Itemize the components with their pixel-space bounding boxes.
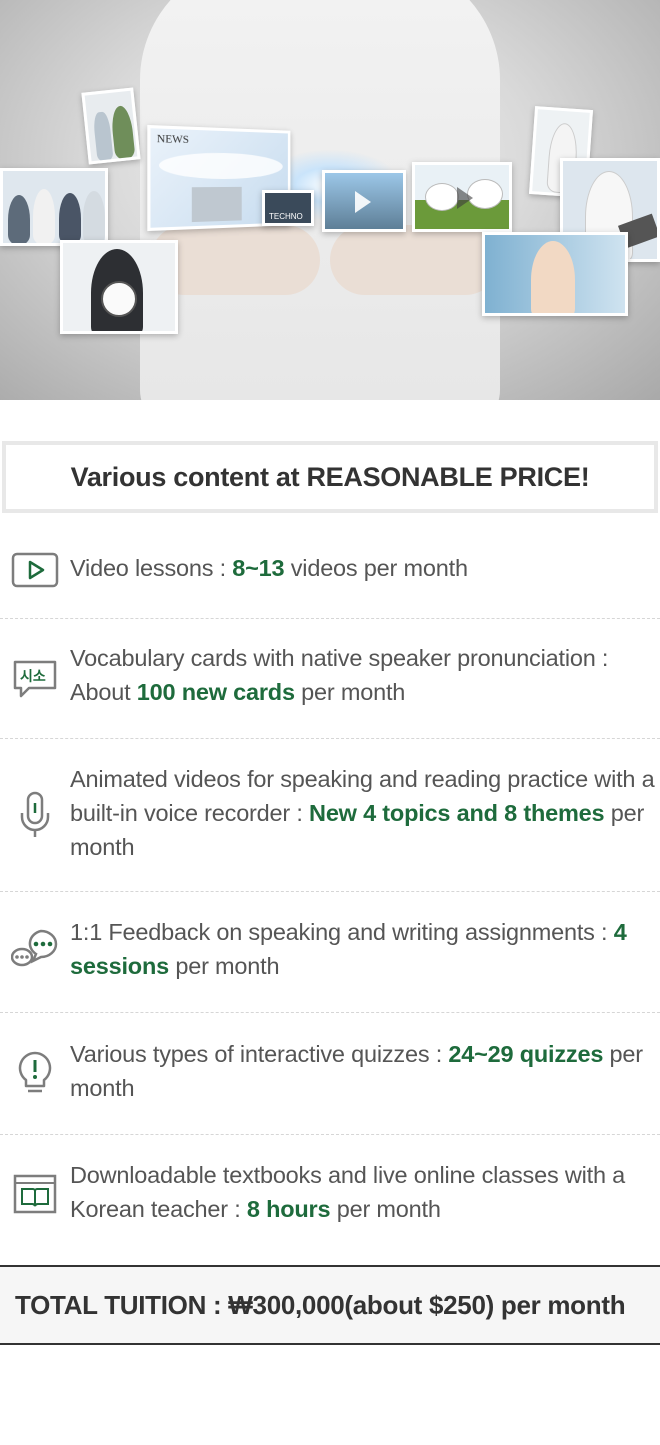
feature-text: Video lessons : 8~13 videos per month (70, 555, 468, 581)
photo-businessman-clock (60, 240, 178, 334)
photo-techno: TECHNO (262, 190, 314, 226)
feature-text: Vocabulary cards with native speaker pro… (70, 645, 609, 705)
headline-text: Various content at REASONABLE PRICE! (70, 461, 590, 492)
microphone-icon (11, 791, 59, 839)
play-icon (11, 545, 59, 593)
feature-text: 1:1 Feedback on speaking and writing ass… (70, 919, 627, 979)
speech-bubble-korean-icon: 시소 (11, 654, 59, 702)
feature-row-quizzes: Various types of interactive quizzes : 2… (0, 1013, 660, 1135)
hero-image: NEWS TECHNO (0, 0, 660, 400)
total-tuition-bar: TOTAL TUITION : ₩300,000(about $250) per… (0, 1265, 660, 1345)
photo-headset-operator (482, 232, 628, 316)
photo-video-play (322, 170, 406, 232)
headline-box: Various content at REASONABLE PRICE! (2, 441, 658, 513)
photo-office-women (81, 87, 141, 165)
feature-row-animated: Animated videos for speaking and reading… (0, 739, 660, 892)
feature-row-textbooks: Downloadable textbooks and live online c… (0, 1135, 660, 1265)
lightbulb-exclamation-icon (11, 1050, 59, 1098)
photo-satellite-dishes (412, 162, 512, 232)
feature-text: Animated videos for speaking and reading… (70, 766, 655, 860)
hero-right-hand (330, 225, 500, 295)
news-label: NEWS (156, 132, 189, 147)
feature-text: Downloadable textbooks and live online c… (70, 1162, 626, 1222)
chat-bubbles-icon (10, 927, 59, 975)
feature-row-vocabulary: 시소 Vocabulary cards with native speaker … (0, 619, 660, 739)
techno-label: TECHNO (269, 212, 303, 221)
total-tuition-text: TOTAL TUITION : ₩300,000(about $250) per… (15, 1289, 626, 1320)
feature-text: Various types of interactive quizzes : 2… (70, 1041, 643, 1101)
photo-team-meeting (0, 168, 108, 246)
book-window-icon (11, 1171, 59, 1219)
feature-row-video: Video lessons : 8~13 videos per month (0, 514, 660, 619)
korean-icon-text: 시소 (20, 669, 46, 685)
feature-row-feedback: 1:1 Feedback on speaking and writing ass… (0, 892, 660, 1013)
